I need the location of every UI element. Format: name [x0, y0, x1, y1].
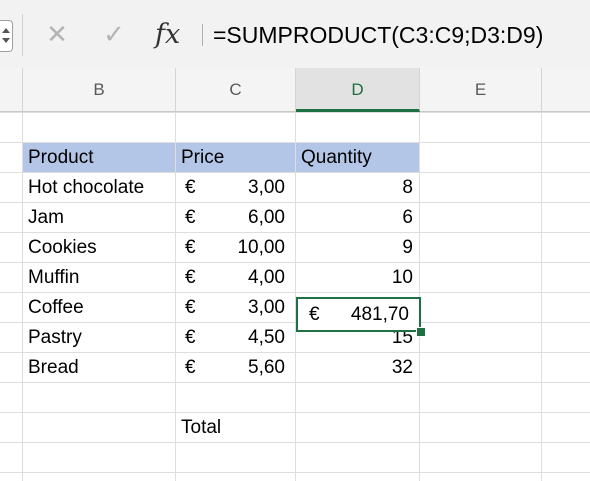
quantity-cell[interactable]: 10 [296, 263, 419, 292]
column-header-f[interactable] [542, 68, 590, 112]
quantity-cell[interactable]: 8 [296, 173, 419, 202]
product-cell[interactable]: Muffin [23, 263, 175, 292]
spreadsheet-grid[interactable]: Product Price Quantity Hot chocolate €3,… [0, 112, 590, 481]
column-headers: B C D E [0, 68, 590, 112]
product-cell[interactable]: Pastry [23, 323, 175, 352]
price-value: 10,00 [237, 237, 285, 258]
divider [22, 14, 23, 56]
price-value: 5,60 [248, 357, 285, 378]
quantity-cell[interactable]: 6 [296, 203, 419, 232]
price-value: 4,00 [248, 267, 285, 288]
total-label[interactable]: Total [176, 413, 295, 442]
currency-symbol: € [185, 267, 196, 288]
product-cell[interactable]: Coffee [23, 293, 175, 322]
price-cell[interactable]: €3,00 [176, 173, 295, 202]
total-value: 481,70 [350, 304, 409, 325]
column-header-b[interactable]: B [23, 68, 176, 112]
currency-symbol: € [185, 207, 196, 228]
price-cell[interactable]: €4,00 [176, 263, 295, 292]
enter-formula-button[interactable]: ✓ [99, 20, 129, 50]
column-header-e[interactable]: E [420, 68, 542, 112]
name-box-dropdown[interactable] [0, 20, 13, 52]
total-cell[interactable]: € 481,70 [296, 297, 421, 332]
formula-input[interactable]: =SUMPRODUCT(C3:C9;D3:D9) [213, 20, 583, 50]
price-value: 3,00 [248, 297, 285, 318]
currency-symbol: € [185, 327, 196, 348]
product-cell[interactable]: Jam [23, 203, 175, 232]
column-header-d[interactable]: D [296, 68, 420, 112]
product-cell[interactable]: Cookies [23, 233, 175, 262]
price-value: 3,00 [248, 177, 285, 198]
price-cell[interactable]: €3,00 [176, 293, 295, 322]
currency-symbol: € [185, 177, 196, 198]
column-header-c[interactable]: C [176, 68, 296, 112]
currency-symbol: € [185, 237, 196, 258]
formula-bar: ✕ ✓ fx =SUMPRODUCT(C3:C9;D3:D9) [0, 0, 590, 69]
header-price[interactable]: Price [176, 143, 295, 172]
cancel-formula-button[interactable]: ✕ [42, 20, 72, 50]
currency-symbol: € [185, 297, 196, 318]
quantity-cell[interactable]: 32 [296, 353, 419, 382]
product-cell[interactable]: Bread [23, 353, 175, 382]
price-cell[interactable]: €4,50 [176, 323, 295, 352]
price-cell[interactable]: €10,00 [176, 233, 295, 262]
price-cell[interactable]: €5,60 [176, 353, 295, 382]
price-cell[interactable]: €6,00 [176, 203, 295, 232]
chevron-up-icon [2, 28, 10, 33]
header-quantity[interactable]: Quantity [296, 143, 419, 172]
fill-handle[interactable] [416, 327, 426, 337]
insert-function-button[interactable]: fx [155, 18, 189, 52]
header-product[interactable]: Product [23, 143, 175, 172]
chevron-down-icon [2, 38, 10, 43]
price-value: 4,50 [248, 327, 285, 348]
quantity-cell[interactable]: 9 [296, 233, 419, 262]
divider [202, 24, 203, 46]
column-header-a[interactable] [0, 68, 23, 112]
currency-symbol: € [309, 304, 320, 325]
product-cell[interactable]: Hot chocolate [23, 173, 175, 202]
currency-symbol: € [185, 357, 196, 378]
price-value: 6,00 [248, 207, 285, 228]
